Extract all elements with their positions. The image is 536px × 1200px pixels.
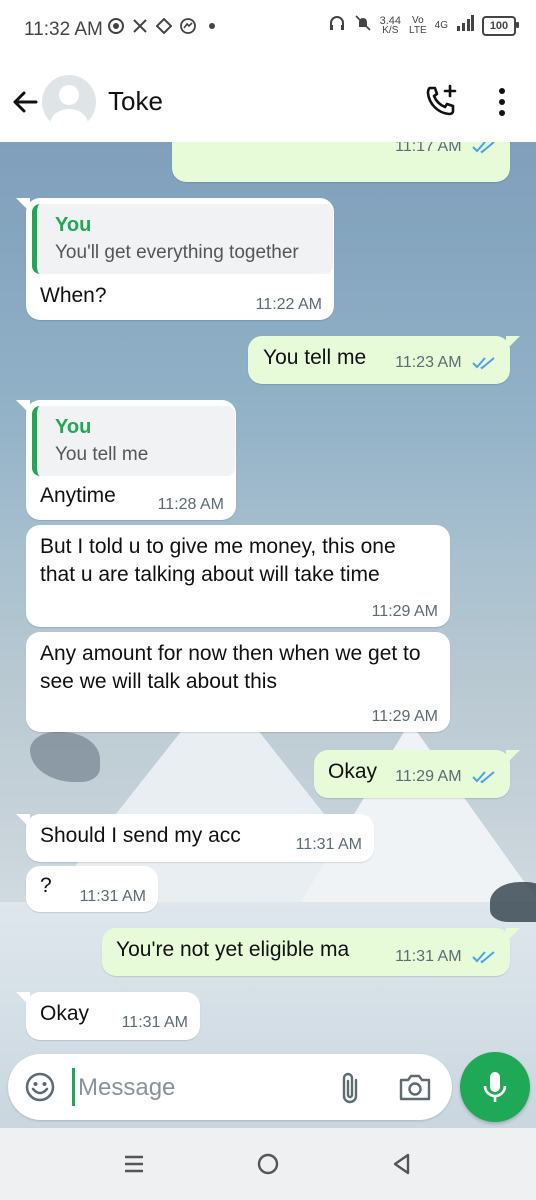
mute-icon <box>354 14 372 37</box>
read-ticks-icon <box>472 950 495 964</box>
message-bubble-incoming[interactable]: Should I send my acc 11:31 AM <box>16 814 374 862</box>
network-label: 4G <box>434 19 448 31</box>
quoted-message[interactable]: You You tell me <box>32 406 235 476</box>
message-time: 11:29 AM <box>371 708 438 725</box>
message-bubble-outgoing[interactable]: Okay 11:29 AM <box>314 750 520 798</box>
message-text: Any amount for now then when we get to s… <box>40 642 421 693</box>
back-arrow-icon[interactable] <box>10 84 40 120</box>
message-bubble-outgoing[interactable]: You're not yet eligible ma 11:31 AM <box>102 928 520 976</box>
message-time: 11:29 AM <box>395 768 496 786</box>
system-icons: 3.44 K/S Vo LTE 4G 100 <box>328 14 519 37</box>
quoted-text: You'll get everything together <box>55 242 299 263</box>
message-text: Okay <box>328 760 378 783</box>
text-cursor <box>72 1068 75 1106</box>
emoji-icon[interactable] <box>24 1071 56 1103</box>
nav-back-icon[interactable] <box>390 1152 414 1176</box>
contact-name[interactable]: Toke <box>108 86 163 117</box>
message-bubble-incoming[interactable]: ? 11:31 AM <box>26 866 158 912</box>
wallpaper-rock <box>490 882 536 922</box>
x-icon <box>132 18 148 34</box>
attach-icon[interactable] <box>338 1070 362 1106</box>
notification-icons <box>108 18 220 34</box>
chat-header: Toke <box>0 62 536 142</box>
message-bubble-outgoing[interactable]: 11:17 AM <box>172 142 510 182</box>
network-type: 4G <box>434 19 448 31</box>
message-time: 11:31 AM <box>79 888 146 905</box>
message-text: You tell me <box>263 346 367 369</box>
message-time-label: 11:23 AM <box>395 354 462 371</box>
headphones-icon <box>328 14 346 37</box>
message-text: When? <box>40 284 107 307</box>
message-text: Okay <box>40 1002 90 1025</box>
message-text: Should I send my acc <box>40 824 241 847</box>
message-time: 11:22 AM <box>255 296 322 313</box>
net-speed: 3.44 K/S <box>379 14 402 36</box>
lte-label: LTE <box>409 24 427 36</box>
signal-icon <box>456 15 474 36</box>
message-bubble-incoming[interactable]: Any amount for now then when we get to s… <box>26 632 450 732</box>
message-composer[interactable] <box>8 1054 452 1120</box>
message-time: 11:17 AM <box>395 142 496 156</box>
dot-icon <box>204 18 220 34</box>
message-time: 11:31 AM <box>121 1014 188 1031</box>
add-call-icon[interactable] <box>422 82 460 120</box>
status-bar: 11:32 AM 3.44 K/S Vo LTE 4G 100 <box>0 0 536 62</box>
read-ticks-icon <box>472 142 495 154</box>
vo-label: Vo <box>412 14 424 26</box>
message-time: 11:29 AM <box>371 603 438 620</box>
messenger-icon <box>180 18 196 34</box>
avatar[interactable] <box>42 75 96 129</box>
message-time-label: 11:31 AM <box>395 948 462 965</box>
battery-icon: 100 <box>482 15 519 36</box>
home-icon[interactable] <box>256 1152 280 1176</box>
message-text: ? <box>40 874 52 897</box>
camera-icon[interactable] <box>398 1072 432 1102</box>
quoted-author: You <box>55 416 92 438</box>
message-bubble-outgoing[interactable]: You tell me 11:23 AM <box>248 336 520 384</box>
volte: Vo LTE <box>409 14 427 36</box>
message-time: 11:31 AM <box>295 836 362 853</box>
message-input[interactable] <box>76 1070 320 1106</box>
message-time-label: 11:17 AM <box>395 142 462 155</box>
quoted-message[interactable]: You You'll get everything together <box>32 204 333 274</box>
message-text: You're not yet eligible ma <box>116 938 350 961</box>
read-ticks-icon <box>472 770 495 784</box>
recent-apps-icon[interactable] <box>122 1152 146 1176</box>
message-bubble-incoming[interactable]: Okay 11:31 AM <box>16 992 200 1040</box>
microphone-icon <box>483 1072 507 1102</box>
message-text: But I told u to give me money, this one … <box>40 535 396 586</box>
app-icon <box>156 18 172 34</box>
message-bubble-incoming[interactable]: You You'll get everything together When?… <box>16 198 334 320</box>
message-time-label: 11:29 AM <box>395 768 462 785</box>
chrome-icon <box>108 18 124 34</box>
microphone-button[interactable] <box>460 1052 530 1122</box>
read-ticks-icon <box>472 356 495 370</box>
battery-level: 100 <box>489 19 509 32</box>
message-bubble-incoming[interactable]: But I told u to give me money, this one … <box>26 525 450 627</box>
system-nav-bar <box>0 1128 536 1200</box>
message-time: 11:28 AM <box>157 496 224 513</box>
quoted-author: You <box>55 214 92 236</box>
quoted-text: You tell me <box>55 444 149 465</box>
net-speed-value: 3.44 <box>379 14 402 27</box>
message-bubble-incoming[interactable]: You You tell me Anytime 11:28 AM <box>16 400 236 520</box>
message-text: Anytime <box>40 484 116 507</box>
chat-area[interactable]: 11:17 AM You You'll get everything toget… <box>0 142 536 1128</box>
status-time: 11:32 AM <box>24 19 103 40</box>
message-time: 11:23 AM <box>395 354 496 372</box>
message-time: 11:31 AM <box>395 948 496 966</box>
net-speed-unit: K/S <box>382 24 399 36</box>
more-options-icon[interactable] <box>492 84 512 120</box>
